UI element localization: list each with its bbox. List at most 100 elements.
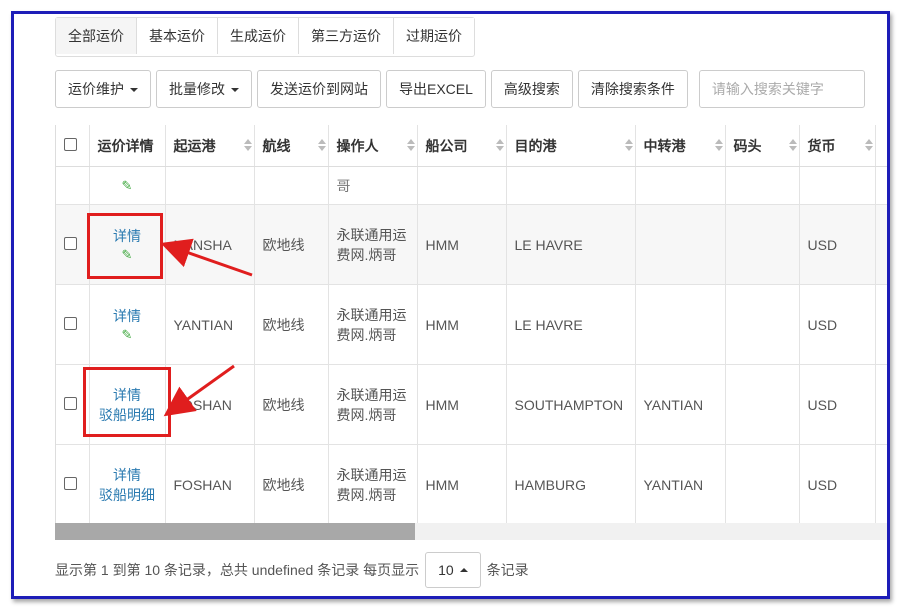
col-pod-label: 目的港	[514, 137, 557, 154]
col-transit-label: 中转港	[643, 137, 686, 154]
pod-cell: HAMBURG	[506, 444, 636, 523]
page-size-dropdown[interactable]: 10	[425, 552, 481, 588]
table-row: 详情 ✎ NANSHA 欧地线 永联通用运费网.炳哥 HMM LE HAVRE …	[56, 204, 887, 285]
pod-cell: LE HAVRE	[506, 284, 636, 365]
carrier-cell	[417, 166, 507, 205]
extra-cell	[875, 166, 887, 205]
col-header-transit[interactable]: 中转港	[635, 125, 726, 167]
table-row: 详情 ✎ YANTIAN 欧地线 永联通用运费网.炳哥 HMM LE HAVRE…	[56, 284, 887, 365]
terminal-cell	[725, 166, 800, 205]
currency-cell	[799, 166, 876, 205]
terminal-cell	[725, 284, 800, 365]
pol-cell: FOSHAN	[165, 364, 255, 445]
currency-cell: USD	[799, 364, 876, 445]
row-select-cell	[56, 284, 90, 365]
col-header-operator[interactable]: 操作人	[328, 125, 418, 167]
row-checkbox[interactable]	[64, 476, 77, 490]
advanced-search-button[interactable]: 高级搜索	[490, 70, 573, 108]
rate-maintain-dropdown[interactable]: 运价维护	[55, 70, 151, 108]
row-select-cell	[56, 166, 90, 205]
send-to-website-button[interactable]: 发送运价到网站	[257, 70, 381, 108]
operator-cell: 永联通用运费网.炳哥	[328, 284, 418, 365]
row-checkbox[interactable]	[64, 316, 77, 330]
table-header-row: 运价详情 起运港 航线 操作人 船公司 目的港 中转港 码头 货币	[56, 125, 887, 167]
export-excel-button[interactable]: 导出EXCEL	[386, 70, 486, 108]
detail-cell: 详情 驳船明细	[89, 444, 166, 523]
col-header-route[interactable]: 航线	[254, 125, 329, 167]
extra-cell	[875, 444, 887, 523]
col-carrier-label: 船公司	[425, 137, 468, 154]
scrollbar-thumb[interactable]	[55, 523, 415, 540]
caret-down-icon	[130, 88, 138, 93]
pagination-suffix: 条记录	[486, 562, 529, 578]
terminal-cell	[725, 204, 800, 285]
operator-cut-text: 哥	[336, 177, 351, 194]
row-select-cell	[56, 204, 90, 285]
screenshot-frame: 全部运价 基本运价 生成运价 第三方运价 过期运价 运价维护 批量修改 发送运价…	[11, 11, 890, 599]
transit-cell: YANTIAN	[635, 364, 726, 445]
tab-generated-rates[interactable]: 生成运价	[218, 18, 299, 54]
extra-cell	[875, 284, 887, 365]
col-header-currency[interactable]: 货币	[799, 125, 876, 167]
col-header-pol[interactable]: 起运港	[165, 125, 255, 167]
carrier-cell: HMM	[417, 204, 507, 285]
select-all-checkbox[interactable]	[64, 137, 77, 151]
extra-cell	[875, 204, 887, 285]
currency-cell: USD	[799, 284, 876, 365]
col-route-label: 航线	[262, 137, 291, 154]
col-header-detail: 运价详情	[89, 125, 166, 167]
pagination-summary: 显示第 1 到第 10 条记录，总共 undefined 条记录 每页显示	[55, 562, 420, 578]
barge-detail-link[interactable]: 驳船明细	[98, 485, 157, 505]
clear-search-button[interactable]: 清除搜索条件	[577, 70, 688, 108]
col-terminal-label: 码头	[733, 137, 762, 154]
tab-third-party-rates[interactable]: 第三方运价	[299, 18, 394, 54]
row-select-cell	[56, 444, 90, 523]
detail-cell: ✎	[89, 166, 166, 205]
batch-edit-dropdown[interactable]: 批量修改	[156, 70, 252, 108]
tab-basic-rates[interactable]: 基本运价	[137, 18, 218, 54]
table-row: 详情 驳船明细 FOSHAN 欧地线 永联通用运费网.炳哥 HMM SOUTHA…	[56, 364, 887, 445]
toolbar: 运价维护 批量修改 发送运价到网站 导出EXCEL 高级搜索 清除搜索条件 请输…	[55, 70, 865, 110]
pagination-bar: 显示第 1 到第 10 条记录，总共 undefined 条记录 每页显示 10…	[55, 552, 529, 588]
tab-expired-rates[interactable]: 过期运价	[394, 18, 474, 54]
terminal-cell	[725, 444, 800, 523]
page-size-value: 10	[438, 562, 454, 578]
col-header-carrier[interactable]: 船公司	[417, 125, 507, 167]
annotation-box-detail-edit	[87, 213, 163, 279]
col-header-terminal[interactable]: 码头	[725, 125, 800, 167]
detail-link[interactable]: 详情	[98, 465, 157, 485]
terminal-cell	[725, 364, 800, 445]
batch-edit-label: 批量修改	[169, 81, 225, 97]
transit-cell	[635, 284, 726, 365]
col-header-cut	[875, 125, 887, 167]
pod-cell: LE HAVRE	[506, 204, 636, 285]
operator-cell: 哥	[328, 166, 418, 205]
extra-cell	[875, 364, 887, 445]
pol-cell: YANTIAN	[165, 284, 255, 365]
col-pol-label: 起运港	[173, 137, 216, 154]
carrier-cell: HMM	[417, 364, 507, 445]
route-cell: 欧地线	[254, 364, 329, 445]
operator-cell: 永联通用运费网.炳哥	[328, 444, 418, 523]
tab-all-rates[interactable]: 全部运价	[56, 18, 137, 54]
edit-pencil-icon[interactable]: ✎	[98, 326, 157, 344]
rate-maintain-label: 运价维护	[68, 81, 124, 97]
pol-cell: FOSHAN	[165, 444, 255, 523]
col-header-pod[interactable]: 目的港	[506, 125, 636, 167]
horizontal-scrollbar[interactable]	[55, 523, 887, 540]
detail-link[interactable]: 详情	[98, 306, 157, 326]
col-currency-label: 货币	[807, 137, 836, 154]
detail-cell: 详情 ✎	[89, 284, 166, 365]
route-cell: 欧地线	[254, 204, 329, 285]
carrier-cell: HMM	[417, 284, 507, 365]
tab-bar: 全部运价 基本运价 生成运价 第三方运价 过期运价	[55, 17, 475, 57]
row-checkbox[interactable]	[64, 396, 77, 410]
transit-cell	[635, 166, 726, 205]
currency-cell: USD	[799, 444, 876, 523]
col-operator-label: 操作人	[336, 137, 379, 154]
pol-cell: NANSHA	[165, 204, 255, 285]
route-cell	[254, 166, 329, 205]
row-checkbox[interactable]	[64, 236, 77, 250]
search-input[interactable]: 请输入搜索关键字	[698, 70, 865, 108]
edit-pencil-icon[interactable]: ✎	[98, 177, 157, 195]
